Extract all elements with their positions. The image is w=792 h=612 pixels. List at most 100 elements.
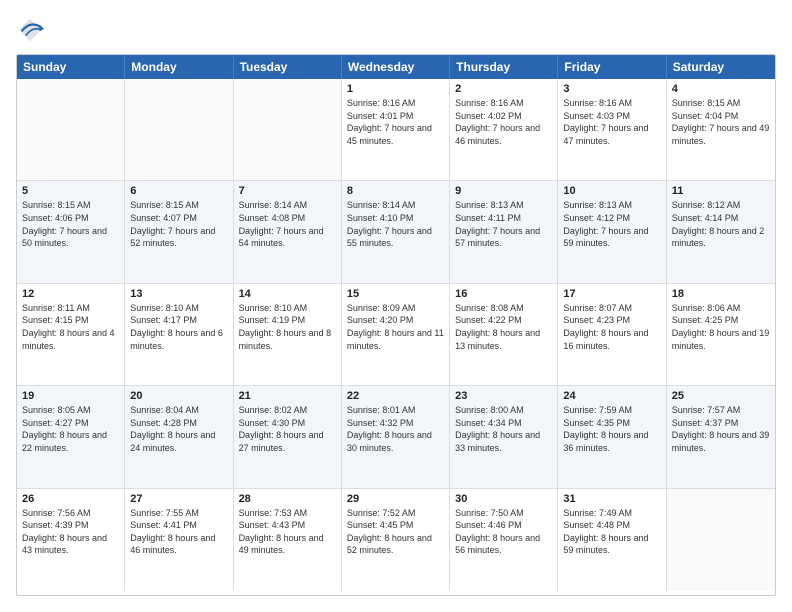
logo	[16, 16, 46, 44]
day-cell-4: 4 Sunrise: 8:15 AM Sunset: 4:04 PM Daylig…	[667, 79, 775, 180]
week-row-5: 26 Sunrise: 7:56 AM Sunset: 4:39 PM Dayli…	[17, 489, 775, 591]
day-cell-20: 20Sunrise: 8:04 AM Sunset: 4:28 PM Dayli…	[125, 386, 233, 487]
day-info: Sunrise: 8:14 AM Sunset: 4:10 PM Dayligh…	[347, 199, 444, 249]
day-cell-18: 18Sunrise: 8:06 AM Sunset: 4:25 PM Dayli…	[667, 284, 775, 385]
day-info: Sunrise: 8:04 AM Sunset: 4:28 PM Dayligh…	[130, 404, 227, 454]
day-cell-21: 21Sunrise: 8:02 AM Sunset: 4:30 PM Dayli…	[234, 386, 342, 487]
day-info: Sunrise: 8:15 AM Sunset: 4:06 PM Dayligh…	[22, 199, 119, 249]
day-cell-3: 3Sunrise: 8:16 AM Sunset: 4:03 PM Daylig…	[558, 79, 666, 180]
day-info: Sunrise: 8:13 AM Sunset: 4:11 PM Dayligh…	[455, 199, 552, 249]
header-day-monday: Monday	[125, 55, 233, 79]
day-info: Sunrise: 8:06 AM Sunset: 4:25 PM Dayligh…	[672, 302, 770, 352]
day-cell-2: 2 Sunrise: 8:16 AM Sunset: 4:02 PM Daylig…	[450, 79, 558, 180]
day-number: 6	[130, 185, 227, 197]
header-day-tuesday: Tuesday	[234, 55, 342, 79]
day-number: 8	[347, 185, 444, 197]
day-cell-1: 1 Sunrise: 8:16 AM Sunset: 4:01 PM Daylig…	[342, 79, 450, 180]
empty-cell	[234, 79, 342, 180]
day-info: Sunrise: 8:15 AM Sunset: 4:04 PM Dayligh…	[672, 97, 770, 147]
calendar-header: SundayMondayTuesdayWednesdayThursdayFrid…	[17, 55, 775, 79]
day-cell-26: 26 Sunrise: 7:56 AM Sunset: 4:39 PM Dayli…	[17, 489, 125, 591]
day-cell-8: 8 Sunrise: 8:14 AM Sunset: 4:10 PM Daylig…	[342, 181, 450, 282]
day-number: 16	[455, 288, 552, 300]
day-number: 30	[455, 493, 552, 505]
day-number: 1	[347, 83, 444, 95]
header	[16, 16, 776, 44]
day-number: 11	[672, 185, 770, 197]
day-info: Sunrise: 7:56 AM Sunset: 4:39 PM Dayligh…	[22, 507, 119, 557]
day-cell-19: 19 Sunrise: 8:05 AM Sunset: 4:27 PM Dayli…	[17, 386, 125, 487]
day-cell-30: 30 Sunrise: 7:50 AM Sunset: 4:46 PM Dayli…	[450, 489, 558, 591]
day-cell-7: 7 Sunrise: 8:14 AM Sunset: 4:08 PM Daylig…	[234, 181, 342, 282]
day-cell-25: 25 Sunrise: 7:57 AM Sunset: 4:37 PM Dayli…	[667, 386, 775, 487]
day-number: 31	[563, 493, 660, 505]
day-info: Sunrise: 7:52 AM Sunset: 4:45 PM Dayligh…	[347, 507, 444, 557]
day-info: Sunrise: 8:09 AM Sunset: 4:20 PM Dayligh…	[347, 302, 444, 352]
day-number: 29	[347, 493, 444, 505]
empty-cell	[125, 79, 233, 180]
day-info: Sunrise: 8:01 AM Sunset: 4:32 PM Dayligh…	[347, 404, 444, 454]
day-info: Sunrise: 8:10 AM Sunset: 4:17 PM Dayligh…	[130, 302, 227, 352]
day-info: Sunrise: 8:07 AM Sunset: 4:23 PM Dayligh…	[563, 302, 660, 352]
day-info: Sunrise: 7:57 AM Sunset: 4:37 PM Dayligh…	[672, 404, 770, 454]
day-info: Sunrise: 8:05 AM Sunset: 4:27 PM Dayligh…	[22, 404, 119, 454]
day-cell-11: 11 Sunrise: 8:12 AM Sunset: 4:14 PM Dayli…	[667, 181, 775, 282]
day-number: 19	[22, 390, 119, 402]
day-info: Sunrise: 8:11 AM Sunset: 4:15 PM Dayligh…	[22, 302, 119, 352]
day-cell-27: 27Sunrise: 7:55 AM Sunset: 4:41 PM Dayli…	[125, 489, 233, 591]
empty-cell	[17, 79, 125, 180]
day-number: 2	[455, 83, 552, 95]
day-cell-13: 13 Sunrise: 8:10 AM Sunset: 4:17 PM Dayli…	[125, 284, 233, 385]
day-cell-16: 16 Sunrise: 8:08 AM Sunset: 4:22 PM Dayli…	[450, 284, 558, 385]
day-cell-28: 28 Sunrise: 7:53 AM Sunset: 4:43 PM Dayli…	[234, 489, 342, 591]
page: SundayMondayTuesdayWednesdayThursdayFrid…	[0, 0, 792, 612]
calendar: SundayMondayTuesdayWednesdayThursdayFrid…	[16, 54, 776, 596]
day-number: 3	[563, 83, 660, 95]
day-number: 7	[239, 185, 336, 197]
day-cell-12: 12 Sunrise: 8:11 AM Sunset: 4:15 PM Dayli…	[17, 284, 125, 385]
day-info: Sunrise: 8:16 AM Sunset: 4:02 PM Dayligh…	[455, 97, 552, 147]
week-row-2: 5 Sunrise: 8:15 AM Sunset: 4:06 PM Daylig…	[17, 181, 775, 283]
day-info: Sunrise: 8:08 AM Sunset: 4:22 PM Dayligh…	[455, 302, 552, 352]
week-row-3: 12 Sunrise: 8:11 AM Sunset: 4:15 PM Dayli…	[17, 284, 775, 386]
day-cell-23: 23 Sunrise: 8:00 AM Sunset: 4:34 PM Dayli…	[450, 386, 558, 487]
day-cell-22: 22 Sunrise: 8:01 AM Sunset: 4:32 PM Dayli…	[342, 386, 450, 487]
day-number: 12	[22, 288, 119, 300]
day-info: Sunrise: 8:00 AM Sunset: 4:34 PM Dayligh…	[455, 404, 552, 454]
day-number: 24	[563, 390, 660, 402]
day-number: 26	[22, 493, 119, 505]
day-info: Sunrise: 7:59 AM Sunset: 4:35 PM Dayligh…	[563, 404, 660, 454]
day-info: Sunrise: 8:12 AM Sunset: 4:14 PM Dayligh…	[672, 199, 770, 249]
day-number: 17	[563, 288, 660, 300]
day-cell-17: 17 Sunrise: 8:07 AM Sunset: 4:23 PM Dayli…	[558, 284, 666, 385]
day-number: 4	[672, 83, 770, 95]
day-info: Sunrise: 7:49 AM Sunset: 4:48 PM Dayligh…	[563, 507, 660, 557]
day-number: 28	[239, 493, 336, 505]
day-info: Sunrise: 7:55 AM Sunset: 4:41 PM Dayligh…	[130, 507, 227, 557]
empty-cell	[667, 489, 775, 591]
day-info: Sunrise: 8:14 AM Sunset: 4:08 PM Dayligh…	[239, 199, 336, 249]
day-number: 9	[455, 185, 552, 197]
day-cell-14: 14Sunrise: 8:10 AM Sunset: 4:19 PM Dayli…	[234, 284, 342, 385]
day-info: Sunrise: 8:13 AM Sunset: 4:12 PM Dayligh…	[563, 199, 660, 249]
week-row-4: 19 Sunrise: 8:05 AM Sunset: 4:27 PM Dayli…	[17, 386, 775, 488]
day-cell-31: 31 Sunrise: 7:49 AM Sunset: 4:48 PM Dayli…	[558, 489, 666, 591]
day-number: 23	[455, 390, 552, 402]
day-number: 22	[347, 390, 444, 402]
calendar-body: 1 Sunrise: 8:16 AM Sunset: 4:01 PM Daylig…	[17, 79, 775, 591]
day-cell-24: 24 Sunrise: 7:59 AM Sunset: 4:35 PM Dayli…	[558, 386, 666, 487]
day-cell-9: 9 Sunrise: 8:13 AM Sunset: 4:11 PM Daylig…	[450, 181, 558, 282]
day-info: Sunrise: 7:50 AM Sunset: 4:46 PM Dayligh…	[455, 507, 552, 557]
day-info: Sunrise: 8:10 AM Sunset: 4:19 PM Dayligh…	[239, 302, 336, 352]
day-info: Sunrise: 8:16 AM Sunset: 4:01 PM Dayligh…	[347, 97, 444, 147]
day-info: Sunrise: 8:15 AM Sunset: 4:07 PM Dayligh…	[130, 199, 227, 249]
day-cell-29: 29 Sunrise: 7:52 AM Sunset: 4:45 PM Dayli…	[342, 489, 450, 591]
day-cell-10: 10Sunrise: 8:13 AM Sunset: 4:12 PM Dayli…	[558, 181, 666, 282]
day-number: 13	[130, 288, 227, 300]
day-number: 5	[22, 185, 119, 197]
day-info: Sunrise: 7:53 AM Sunset: 4:43 PM Dayligh…	[239, 507, 336, 557]
day-number: 25	[672, 390, 770, 402]
header-day-wednesday: Wednesday	[342, 55, 450, 79]
header-day-saturday: Saturday	[667, 55, 775, 79]
day-cell-15: 15Sunrise: 8:09 AM Sunset: 4:20 PM Dayli…	[342, 284, 450, 385]
